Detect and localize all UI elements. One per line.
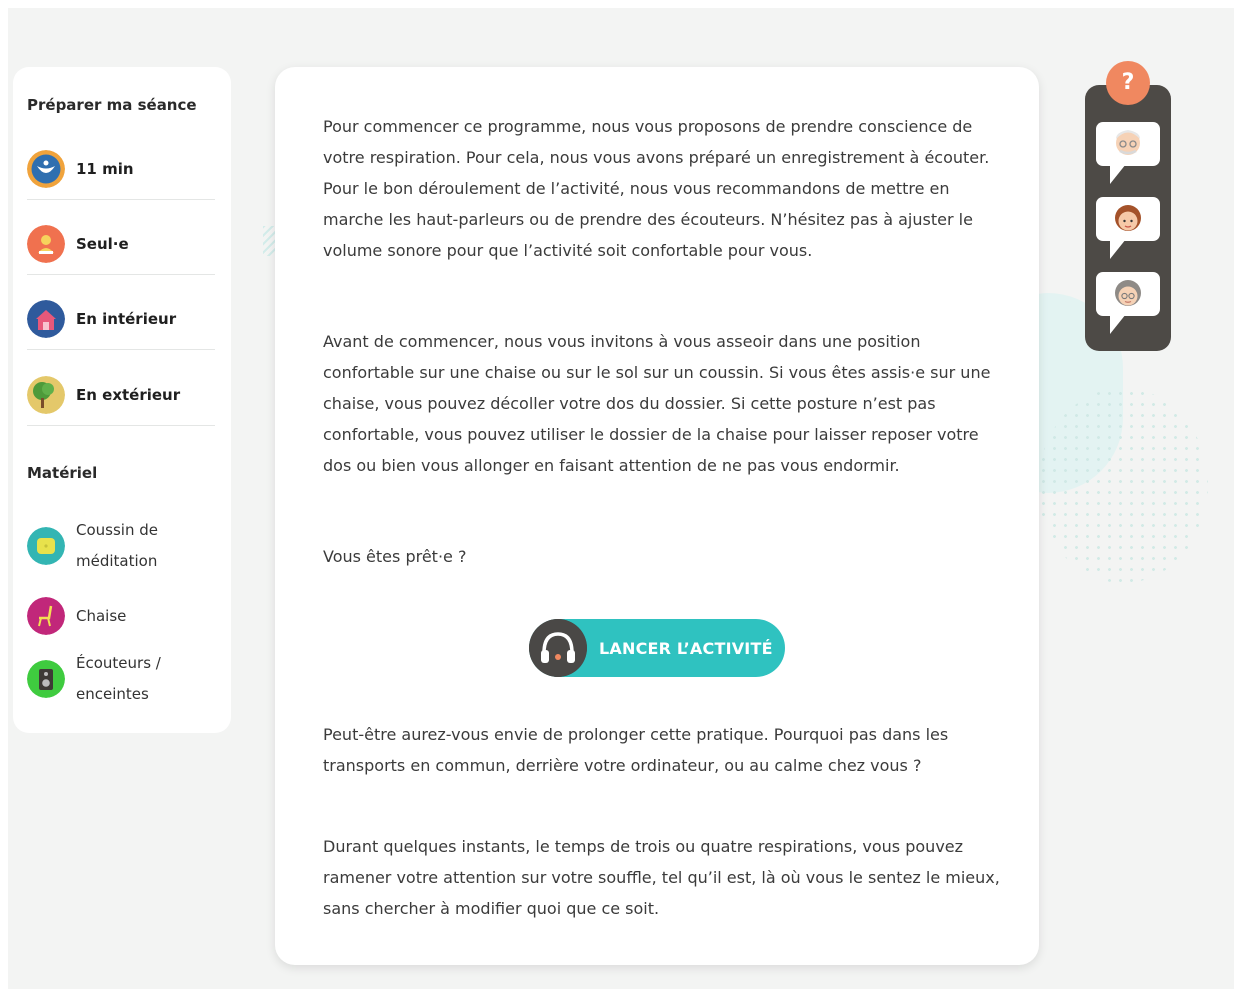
headphones-icon — [529, 619, 587, 677]
material-item-label: Chaise — [76, 606, 127, 625]
prep-item-label: En extérieur — [76, 386, 181, 404]
posture-paragraph: Avant de commencer, nous vous invitons à… — [323, 332, 991, 475]
material-item-label: Coussin de méditation — [76, 521, 158, 570]
material-item-speakers: Écouteurs / enceintes — [27, 648, 215, 710]
intro-paragraph: Pour commencer ce programme, nous vous p… — [323, 117, 990, 260]
activity-card: Pour commencer ce programme, nous vous p… — [275, 67, 1039, 965]
house-icon — [27, 300, 65, 338]
help-button[interactable]: ? — [1106, 61, 1150, 105]
prep-item-label: En intérieur — [76, 310, 177, 328]
young-woman-avatar-icon[interactable] — [1096, 195, 1160, 265]
prepare-heading: Préparer ma séance — [27, 96, 197, 114]
elderly-man-avatar-icon[interactable] — [1096, 120, 1160, 190]
prep-item-outdoor: En extérieur — [27, 365, 215, 426]
tree-icon — [27, 376, 65, 414]
breath-paragraph: Durant quelques instants, le temps de tr… — [323, 837, 1000, 918]
extend-paragraph: Peut-être aurez-vous envie de prolonger … — [323, 725, 949, 775]
prep-item-label: Seul·e — [76, 235, 129, 253]
elderly-woman-avatar-icon[interactable] — [1096, 270, 1160, 340]
material-item-chair: Chaise — [27, 597, 215, 635]
material-item-cushion: Coussin de méditation — [27, 515, 215, 577]
prep-item-label: 11 min — [76, 160, 134, 178]
launch-activity-button[interactable]: LANCER L’ACTIVITÉ — [529, 619, 785, 677]
chair-icon — [27, 597, 65, 635]
session-prep-sidebar: Préparer ma séance 11 min Seul·e En inté… — [13, 67, 231, 733]
prep-item-alone: Seul·e — [27, 214, 215, 275]
ready-question: Vous êtes prêt·e ? — [323, 547, 467, 566]
speaker-icon — [27, 660, 65, 698]
prep-item-indoor: En intérieur — [27, 289, 215, 350]
decorative-dots — [1038, 388, 1208, 583]
material-heading: Matériel — [27, 464, 98, 482]
launch-activity-label: LANCER L’ACTIVITÉ — [599, 638, 773, 658]
cushion-icon — [27, 527, 65, 565]
clock-icon — [27, 150, 65, 188]
prep-item-duration: 11 min — [27, 139, 215, 200]
material-item-label: Écouteurs / enceintes — [76, 654, 161, 703]
person-icon — [27, 225, 65, 263]
